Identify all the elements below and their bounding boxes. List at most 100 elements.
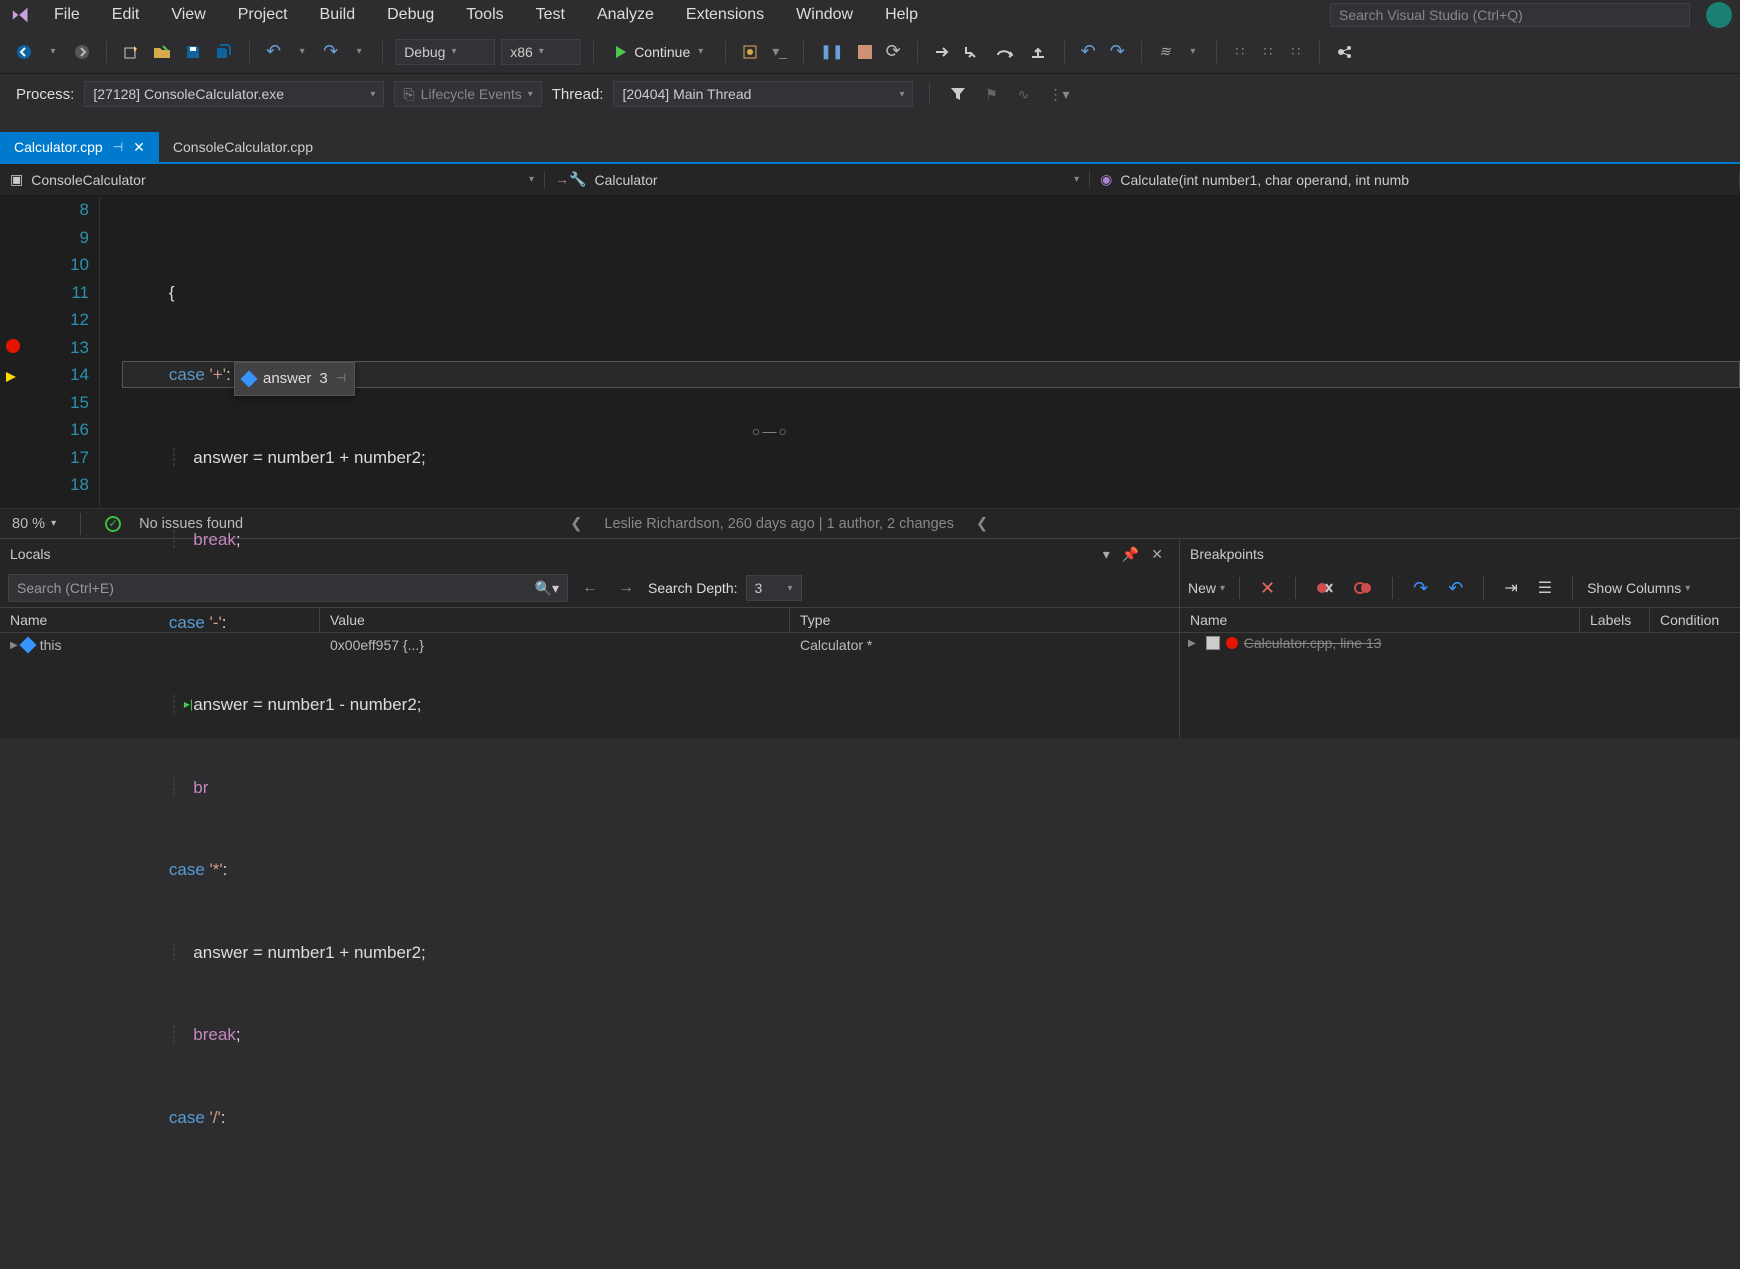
nav-method-dropdown[interactable]: ◉ Calculate(int number1, char operand, i… — [1090, 171, 1740, 188]
debug-datatip[interactable]: answer 3 ⊣ — [234, 362, 355, 396]
chevron-down-icon[interactable]: ▾ — [42, 39, 64, 65]
open-file-button[interactable] — [149, 39, 175, 65]
play-icon — [616, 46, 626, 58]
save-button[interactable] — [181, 39, 205, 65]
menu-tools[interactable]: Tools — [452, 2, 517, 28]
menu-project[interactable]: Project — [224, 2, 302, 28]
step-over-button[interactable] — [992, 39, 1020, 65]
pin-icon[interactable]: ⊣ — [336, 365, 346, 393]
debug-location-toolbar: Process: [27128] ConsoleCalculator.exe ▾… — [0, 74, 1740, 114]
lifecycle-label: Lifecycle Events — [421, 86, 522, 102]
line-number: 11 — [42, 279, 89, 307]
thread-label: Thread: — [552, 86, 604, 103]
dotted-icon[interactable]: ∷ — [1257, 39, 1279, 65]
chevron-down-icon: ▾ — [1074, 174, 1079, 185]
nav-forward-button[interactable] — [70, 39, 94, 65]
codelens-indicator[interactable]: ○—○ — [752, 418, 789, 446]
outlining-margin[interactable] — [100, 196, 122, 508]
chevron-down-icon: ▾ — [529, 174, 534, 185]
break-all-button[interactable]: ❚❚ — [816, 39, 847, 65]
code-editor[interactable]: 8 9 10 11 12 13 14 15 16 17 18 { case '+… — [0, 196, 1740, 508]
thread-dropdown[interactable]: [20404] Main Thread ▾ — [613, 81, 913, 107]
chevron-underline-icon[interactable]: ▾_ — [768, 39, 791, 65]
continue-button[interactable]: Continue ▾ — [606, 38, 713, 66]
chevron-menu-icon[interactable]: ⋮▾ — [1044, 81, 1073, 107]
menu-build[interactable]: Build — [306, 2, 370, 28]
menu-file[interactable]: File — [40, 2, 94, 28]
live-share-icon[interactable] — [1332, 39, 1358, 65]
line-number: 9 — [42, 224, 89, 252]
nav-back-button[interactable] — [12, 39, 36, 65]
code-line: case '-': — [150, 609, 1740, 637]
close-icon[interactable]: ✕ — [133, 139, 145, 156]
undo-button[interactable]: ↶ — [262, 39, 285, 65]
code-line: ┊ answer = number1 + number2; — [150, 444, 1740, 472]
menu-edit[interactable]: Edit — [98, 2, 154, 28]
nav-class-dropdown[interactable]: →🔧 Calculator ▾ — [545, 171, 1090, 188]
code-line: ┊ break; — [150, 526, 1740, 554]
flag-thread-icon[interactable]: ⚑ — [980, 81, 1002, 107]
separator — [593, 41, 594, 63]
navigation-bar: ▣ ConsoleCalculator ▾ →🔧 Calculator ▾ ◉ … — [0, 164, 1740, 196]
separator — [382, 41, 383, 63]
browser-select-icon[interactable] — [738, 39, 762, 65]
chevron-down-icon[interactable]: ▾ — [291, 39, 313, 65]
zoom-dropdown[interactable]: 80 % ▾ — [12, 516, 56, 532]
filter-icon[interactable] — [946, 81, 970, 107]
solution-config-dropdown[interactable]: Debug▾ — [395, 39, 495, 65]
process-label: Process: — [16, 86, 74, 103]
lifecycle-icon: ⎘ — [403, 86, 414, 103]
step-into-button[interactable] — [960, 39, 986, 65]
solution-platform-dropdown[interactable]: x86▾ — [501, 39, 581, 65]
code-area[interactable]: { case '+': ┊ answer = number1 + number2… — [122, 196, 1740, 508]
show-next-statement-button[interactable] — [930, 39, 954, 65]
standard-toolbar: ▾ ↶ ▾ ↷ ▾ Debug▾ x86▾ Continue ▾ ▾_ ❚❚ ⟳… — [0, 30, 1740, 74]
tab-consolecalculator-cpp[interactable]: ConsoleCalculator.cpp — [159, 132, 327, 162]
step-forward-icon[interactable]: ↷ — [1106, 39, 1129, 65]
process-dropdown[interactable]: [27128] ConsoleCalculator.exe ▾ — [84, 81, 384, 107]
datatip-value: 3 — [319, 365, 327, 393]
thread-toggle-icon[interactable]: ∿ — [1012, 81, 1034, 107]
menu-analyze[interactable]: Analyze — [583, 2, 668, 28]
line-number: 12 — [42, 306, 89, 334]
process-value: [27128] ConsoleCalculator.exe — [93, 86, 284, 102]
menu-help[interactable]: Help — [871, 2, 932, 28]
intellisense-icon[interactable]: ≋ — [1154, 39, 1176, 65]
restart-button[interactable]: ⟳ — [882, 39, 905, 65]
chevron-down-icon[interactable]: ▾ — [1182, 39, 1204, 65]
expander-icon[interactable]: ▶ — [10, 640, 18, 651]
tab-calculator-cpp[interactable]: Calculator.cpp ⊣ ✕ — [0, 132, 159, 162]
breakpoint-margin[interactable] — [0, 196, 42, 508]
menu-debug[interactable]: Debug — [373, 2, 448, 28]
platform-value: x86 — [510, 44, 533, 60]
menu-window[interactable]: Window — [782, 2, 867, 28]
user-avatar[interactable] — [1706, 2, 1732, 28]
run-to-click-icon[interactable]: ▸| — [184, 691, 193, 719]
variable-icon — [241, 370, 258, 387]
menu-test[interactable]: Test — [522, 2, 579, 28]
chevron-down-icon[interactable]: ▾ — [348, 39, 370, 65]
separator — [249, 41, 250, 63]
menu-view[interactable]: View — [157, 2, 219, 28]
nav-project-dropdown[interactable]: ▣ ConsoleCalculator ▾ — [0, 171, 545, 188]
dotted-icon[interactable]: ∷ — [1229, 39, 1251, 65]
menu-extensions[interactable]: Extensions — [672, 2, 778, 28]
breakpoint-dot-icon[interactable] — [6, 339, 20, 353]
new-item-icon[interactable] — [119, 39, 143, 65]
chevron-down-icon: ▾ — [528, 89, 533, 100]
separator — [80, 513, 81, 535]
line-number: 14 — [42, 361, 89, 389]
redo-button[interactable]: ↷ — [319, 39, 342, 65]
quick-launch-search[interactable]: Search Visual Studio (Ctrl+Q) — [1330, 3, 1690, 27]
save-all-button[interactable] — [211, 39, 237, 65]
step-backward-icon[interactable]: ↶ — [1077, 39, 1100, 65]
line-number: 13 — [42, 334, 89, 362]
chevron-down-icon: ▾ — [698, 46, 703, 57]
separator — [803, 41, 804, 63]
lifecycle-events-dropdown[interactable]: ⎘ Lifecycle Events ▾ — [394, 81, 541, 107]
pin-icon[interactable]: ⊣ — [113, 140, 123, 154]
step-out-button[interactable] — [1026, 39, 1052, 65]
current-line-highlight — [122, 361, 1740, 388]
stop-debug-button[interactable] — [854, 39, 876, 65]
dotted-icon[interactable]: ∷ — [1285, 39, 1307, 65]
